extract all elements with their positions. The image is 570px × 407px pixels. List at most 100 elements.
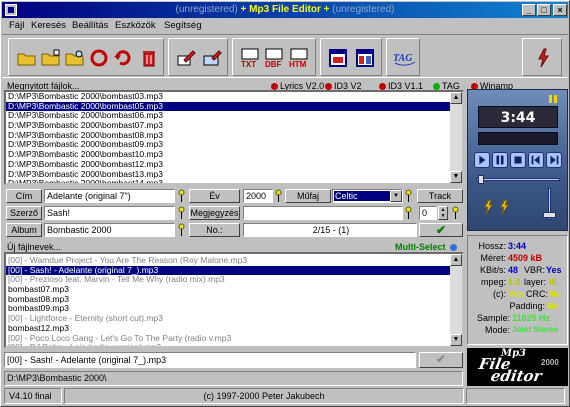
player-visualizer bbox=[478, 132, 558, 145]
track-spinner[interactable]: ▲ ▼ bbox=[438, 206, 448, 220]
info-bitrate-label: KBit/s: bbox=[479, 265, 506, 275]
artist-input[interactable]: Sash! bbox=[44, 206, 175, 220]
year-input[interactable]: 2000 bbox=[243, 189, 273, 203]
previous-button[interactable] bbox=[528, 152, 544, 168]
genre-pin-icon[interactable] bbox=[405, 189, 412, 203]
svg-text:DBF: DBF bbox=[265, 60, 282, 68]
track-label-button[interactable]: Track bbox=[417, 189, 463, 203]
info-mpeg-label: mpeg: bbox=[480, 277, 506, 287]
new-filename-row[interactable]: bombast08.mp3 bbox=[6, 294, 450, 305]
open-folder-add-icon[interactable] bbox=[41, 48, 61, 68]
player-seek-bar[interactable] bbox=[476, 178, 560, 181]
pause-icon bbox=[496, 155, 504, 165]
window-split-icon[interactable] bbox=[355, 48, 375, 68]
opened-files-list[interactable]: D:\MP3\Bombastic 2000\bombast03.mp3 D:\MP… bbox=[4, 90, 464, 185]
spinner-down-icon[interactable]: ▼ bbox=[439, 213, 447, 219]
player-seek-handle[interactable] bbox=[478, 175, 484, 184]
close-button[interactable]: × bbox=[553, 4, 567, 16]
title-input[interactable]: Adelante (original 7") bbox=[44, 189, 175, 203]
svg-text:TXT: TXT bbox=[241, 60, 256, 68]
tag-icon[interactable]: TAG bbox=[391, 48, 417, 68]
menu-help[interactable]: Segítség bbox=[164, 20, 202, 31]
info-mpeg-value: 1.0 bbox=[508, 277, 521, 287]
toolbar-group-windows bbox=[320, 38, 382, 76]
menu-settings[interactable]: Beállítás bbox=[72, 20, 108, 31]
track-pin-icon[interactable] bbox=[452, 206, 459, 220]
maximize-button[interactable]: □ bbox=[537, 4, 551, 16]
comment-input[interactable] bbox=[243, 206, 403, 220]
new-filename-row[interactable]: bombast07.mp3 bbox=[6, 284, 450, 295]
window-list-icon[interactable] bbox=[328, 48, 348, 68]
multi-select-toggle[interactable]: Multi-Select bbox=[395, 242, 459, 252]
opened-files-scrollbar[interactable]: ▲ ▼ bbox=[450, 92, 462, 183]
export-txt-icon[interactable]: TXT bbox=[239, 48, 263, 68]
artist-label-button[interactable]: Szerző bbox=[6, 206, 42, 220]
player-controls bbox=[474, 152, 564, 170]
status-copyright-text: (c) 1997-2000 Peter Jakubech bbox=[203, 391, 325, 401]
scroll-down-arrow-icon[interactable]: ▼ bbox=[450, 334, 462, 346]
stop-icon bbox=[514, 156, 522, 164]
artist-pin-icon[interactable] bbox=[178, 206, 185, 220]
info-crc-label: CRC: bbox=[526, 289, 548, 299]
menu-search[interactable]: Keresés bbox=[31, 20, 66, 31]
toolbar-group-files bbox=[8, 38, 164, 76]
menu-tools[interactable]: Eszközök bbox=[115, 20, 156, 31]
genre-select[interactable]: Celtic ▼ bbox=[332, 189, 403, 203]
album-input[interactable]: Bombastic 2000 bbox=[44, 223, 175, 237]
apply-tag-button[interactable]: ✔ bbox=[419, 223, 463, 237]
apply-rename-button[interactable]: ✔ bbox=[419, 352, 463, 368]
toolbar-group-tag: TAG bbox=[386, 38, 420, 76]
status-version: V4.10 final bbox=[4, 388, 62, 404]
next-button[interactable] bbox=[546, 152, 562, 168]
lyrics-indicator-icon bbox=[271, 83, 278, 90]
pause-button[interactable] bbox=[492, 152, 508, 168]
play-button[interactable] bbox=[474, 152, 490, 168]
edit-tag-icon[interactable] bbox=[176, 48, 196, 68]
window-title: (unregistered) + Mp3 File Editor + (unre… bbox=[2, 4, 568, 15]
new-filename-row[interactable]: [00] - Prezioso feat. Marvin - Tell Me W… bbox=[6, 275, 450, 285]
stop-button[interactable] bbox=[510, 152, 526, 168]
new-filename-row[interactable]: [00] - Lightforce - Eternity (short cut)… bbox=[6, 313, 450, 324]
undo-icon[interactable] bbox=[113, 48, 133, 68]
repeat-icon[interactable] bbox=[498, 200, 512, 214]
title-unregistered-right: (unregistered) bbox=[332, 4, 395, 15]
id3v2-indicator-icon bbox=[325, 83, 332, 90]
comment-pin-icon[interactable] bbox=[405, 206, 412, 220]
new-filename-row[interactable]: [00] - DJ Bobo - Leis (radio version).mp… bbox=[6, 342, 450, 346]
album-label-button[interactable]: Album bbox=[6, 223, 42, 237]
year-label-button[interactable]: Év bbox=[189, 189, 240, 203]
album-pin-icon[interactable] bbox=[178, 223, 185, 237]
chevron-down-icon[interactable]: ▼ bbox=[390, 190, 402, 202]
refresh-icon[interactable] bbox=[89, 48, 109, 68]
rename-input[interactable]: [00] - Sash! - Adelante (original 7_).mp… bbox=[4, 352, 416, 368]
scroll-up-arrow-icon[interactable]: ▲ bbox=[450, 254, 462, 266]
toolbar-group-convert: TXT DBF HTM bbox=[232, 38, 316, 76]
scroll-up-arrow-icon[interactable]: ▲ bbox=[450, 92, 462, 104]
title-label-button[interactable]: Cím bbox=[6, 189, 42, 203]
year-pin-icon[interactable] bbox=[275, 189, 282, 203]
minimize-button[interactable]: _ bbox=[522, 4, 536, 16]
volume-slider-handle[interactable] bbox=[543, 212, 556, 218]
track-input[interactable]: 0 bbox=[419, 206, 437, 220]
new-filenames-label: Új fájlnevek... bbox=[7, 242, 62, 252]
info-sample-value: 11025 Hz bbox=[512, 313, 551, 323]
shuffle-icon[interactable] bbox=[482, 200, 496, 214]
genre-label-button[interactable]: Műfaj bbox=[285, 189, 331, 203]
id3v1-indicator-icon bbox=[379, 83, 386, 90]
title-pin-icon[interactable] bbox=[178, 189, 185, 203]
scroll-down-arrow-icon[interactable]: ▼ bbox=[450, 171, 462, 183]
checkmark-icon: ✔ bbox=[435, 223, 447, 237]
power-icon[interactable] bbox=[533, 48, 553, 68]
export-htm-icon[interactable]: HTM bbox=[288, 48, 312, 68]
trash-icon[interactable] bbox=[139, 48, 159, 68]
menu-file[interactable]: Fájl bbox=[9, 20, 24, 31]
new-filenames-list[interactable]: [00] - Wamdue Project - You Are The Reas… bbox=[4, 252, 464, 348]
new-filenames-scrollbar[interactable]: ▲ ▼ bbox=[450, 254, 462, 346]
export-dbf-icon[interactable]: DBF bbox=[263, 48, 287, 68]
number-label-button[interactable]: No.: bbox=[189, 223, 240, 237]
comment-label-button[interactable]: Megjegyzés bbox=[189, 206, 240, 220]
search-folder-icon[interactable] bbox=[65, 48, 85, 68]
rename-icon[interactable] bbox=[202, 48, 222, 68]
open-folder-icon[interactable] bbox=[17, 48, 37, 68]
opened-file-row[interactable]: D:\MP3\Bombastic 2000\bombast14.mp3 bbox=[6, 178, 450, 183]
